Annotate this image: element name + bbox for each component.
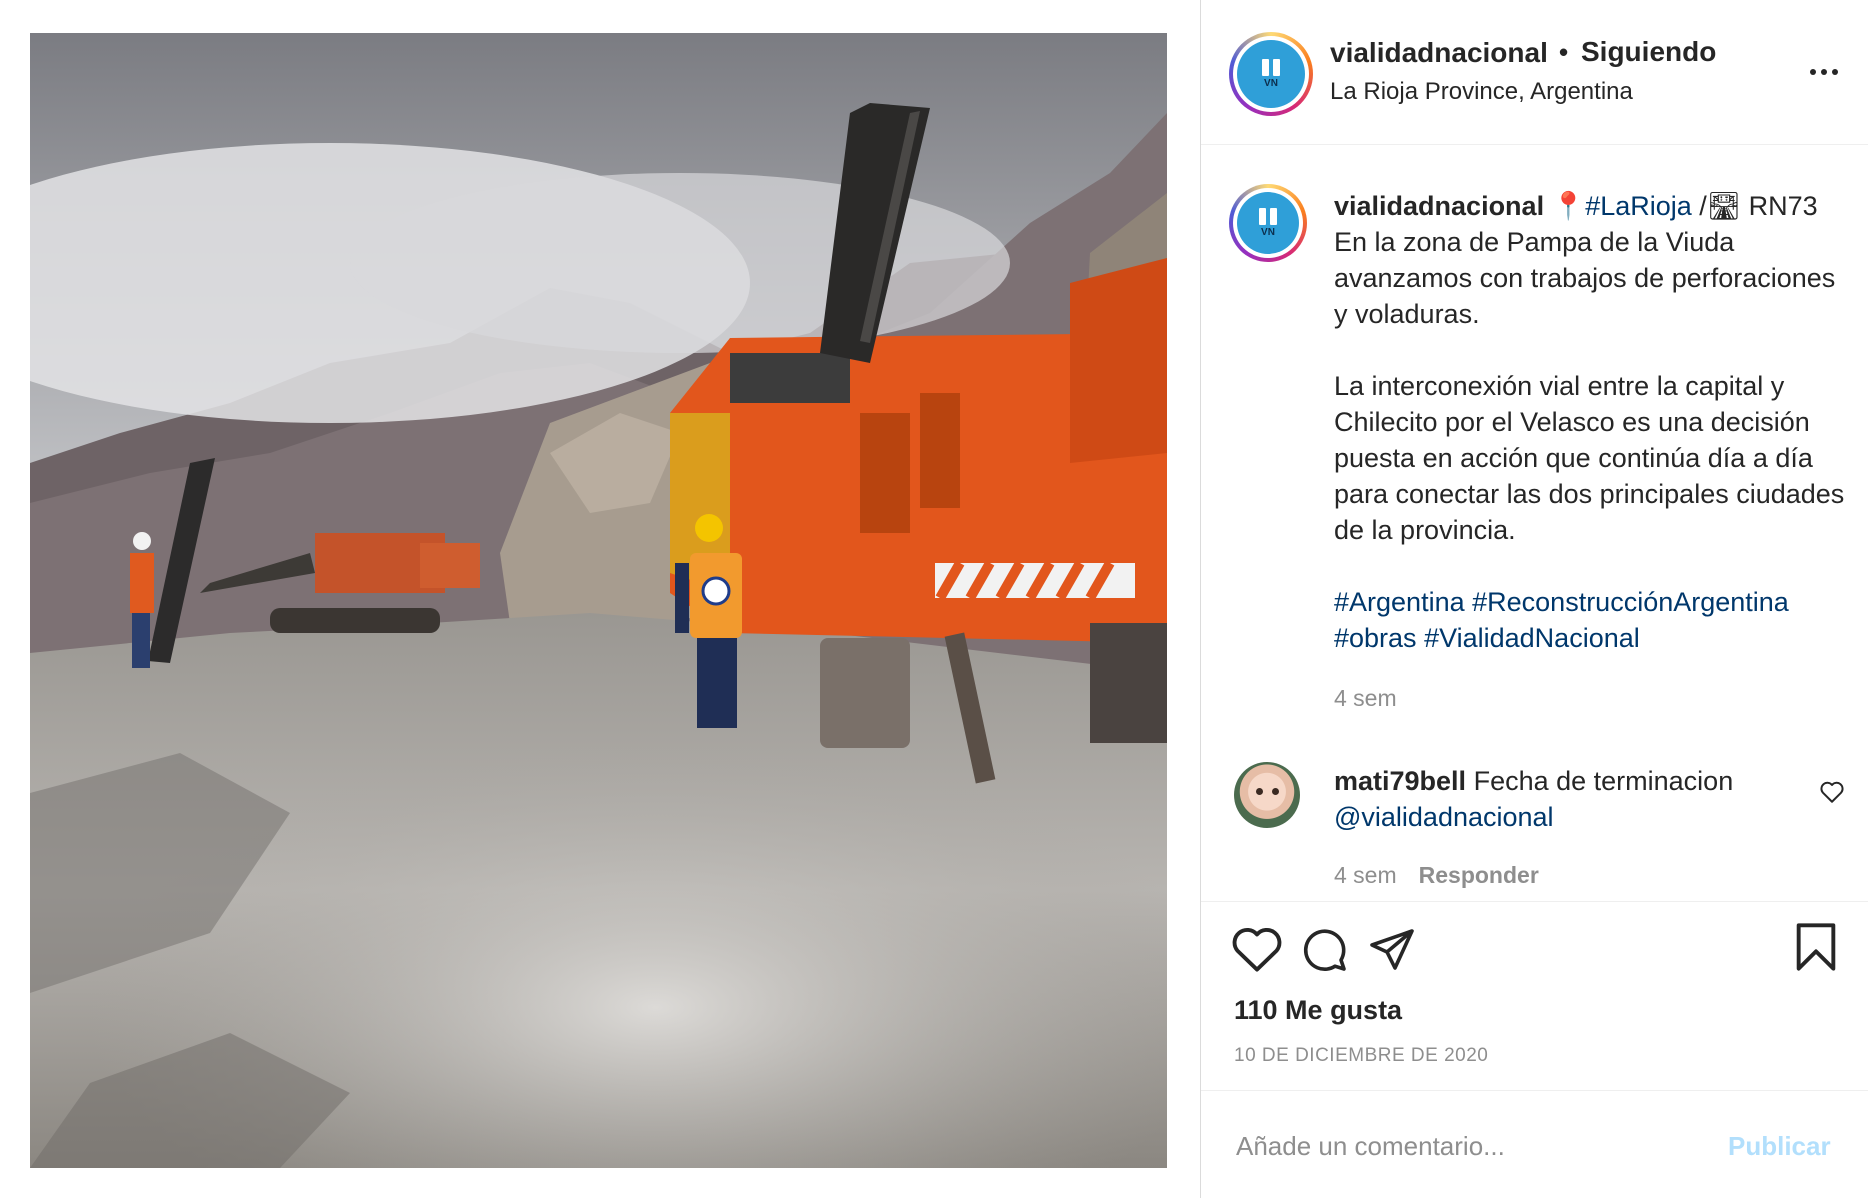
caption-timestamp[interactable]: 4 sem xyxy=(1334,680,1849,716)
reply-button[interactable]: Responder xyxy=(1419,862,1539,888)
comment-username[interactable]: mati79bell xyxy=(1334,766,1466,796)
post-caption: vialidadnacional 📍#LaRioja /🛣 RN73 En la… xyxy=(1334,188,1849,716)
comment-like-icon[interactable] xyxy=(1819,780,1845,804)
caption-hashtags: #Argentina #ReconstrucciónArgentina #obr… xyxy=(1334,584,1849,656)
post-photo[interactable] xyxy=(30,33,1167,1168)
caption-username[interactable]: vialidadnacional xyxy=(1334,191,1544,221)
comment-text: Fecha de terminacion xyxy=(1473,766,1734,796)
location-hashtag[interactable]: #LaRioja xyxy=(1585,191,1692,221)
caption-avatar[interactable]: VN xyxy=(1229,184,1307,262)
avatar-logo-text: VN xyxy=(1264,78,1278,89)
comment-timestamp[interactable]: 4 sem xyxy=(1334,862,1397,888)
more-icon[interactable] xyxy=(1804,52,1844,92)
publish-button[interactable]: Publicar xyxy=(1728,1131,1831,1162)
comment-input[interactable] xyxy=(1234,1091,1708,1201)
post-date[interactable]: 10 DE DICIEMBRE DE 2020 xyxy=(1234,1045,1488,1067)
header-avatar[interactable]: VN xyxy=(1229,32,1313,116)
heart-icon[interactable] xyxy=(1231,925,1283,973)
route-label: RN73 xyxy=(1748,191,1818,221)
post-sidebar: VN vialidadnacional • Siguiendo La Rioja… xyxy=(1201,0,1868,1201)
post-photo-illustration xyxy=(30,33,1167,1168)
hashtag-reconstruccion[interactable]: #ReconstrucciónArgentina xyxy=(1472,587,1789,617)
following-button[interactable]: Siguiendo xyxy=(1581,36,1716,68)
comment-mention[interactable]: @vialidadnacional xyxy=(1334,802,1554,832)
post-media-pane xyxy=(0,0,1200,1198)
caption-paragraph-1: En la zona de Pampa de la Viuda avanzamo… xyxy=(1334,227,1836,329)
route-prefix: /🛣 xyxy=(1691,191,1749,221)
header-location[interactable]: La Rioja Province, Argentina xyxy=(1330,78,1633,106)
header-username[interactable]: vialidadnacional xyxy=(1330,37,1548,69)
header-separator: • xyxy=(1559,37,1569,67)
hashtag-vialidad[interactable]: #VialidadNacional xyxy=(1424,623,1640,653)
comment-meta: 4 sem Responder xyxy=(1334,862,1539,889)
hashtag-argentina[interactable]: #Argentina xyxy=(1334,587,1465,617)
post-actions: 110 Me gusta 10 DE DICIEMBRE DE 2020 xyxy=(1201,901,1868,1092)
share-icon[interactable] xyxy=(1367,925,1417,973)
comment-body: mati79bell Fecha de terminacion @vialida… xyxy=(1334,763,1804,835)
caption-paragraph-2: La interconexión vial entre la capital y… xyxy=(1334,371,1845,545)
comment-icon[interactable] xyxy=(1299,925,1349,973)
post-header: VN vialidadnacional • Siguiendo La Rioja… xyxy=(1201,0,1868,145)
add-comment-bar: Publicar xyxy=(1201,1090,1868,1201)
like-count[interactable]: 110 Me gusta xyxy=(1234,995,1402,1026)
commenter-avatar[interactable] xyxy=(1234,762,1300,828)
pin-icon: 📍 xyxy=(1551,191,1586,221)
save-icon[interactable] xyxy=(1793,921,1839,973)
caption-avatar-logo-text: VN xyxy=(1261,227,1275,238)
hashtag-obras[interactable]: #obras xyxy=(1334,623,1417,653)
